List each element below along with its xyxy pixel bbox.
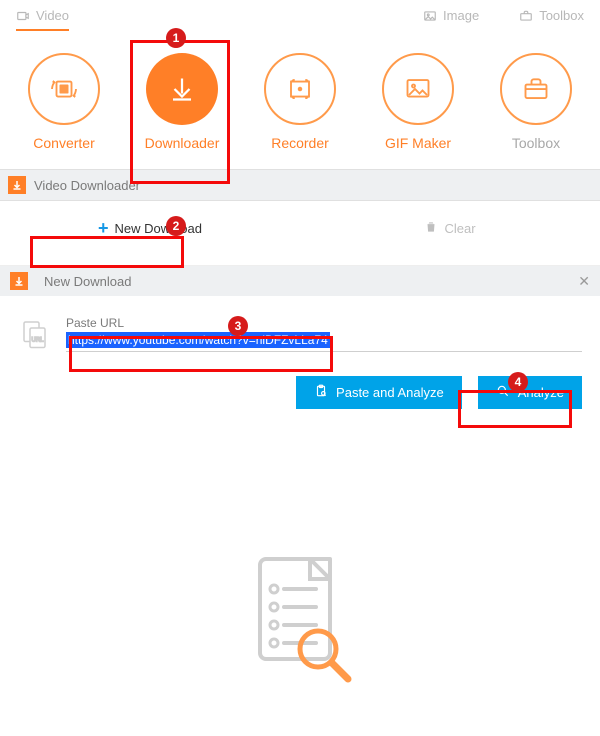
nav-tab-image[interactable]: Image	[423, 8, 479, 31]
nav-tab-video-label: Video	[36, 8, 69, 23]
url-input[interactable]: https://www.youtube.com/watch?v=nlDFZvLL…	[66, 332, 582, 352]
modal-title: New Download	[44, 274, 131, 289]
action-row: + New Download Clear	[0, 201, 600, 255]
new-download-button[interactable]: + New Download	[0, 209, 300, 247]
nav-tab-image-label: Image	[443, 8, 479, 23]
nav-tab-toolbox[interactable]: Toolbox	[519, 8, 584, 31]
panel-header-icon	[8, 176, 26, 194]
svg-text:URL: URL	[31, 338, 44, 344]
analyze-button[interactable]: Analyze	[478, 376, 582, 409]
nav-tab-toolbox-label: Toolbox	[539, 8, 584, 23]
close-icon[interactable]: ✕	[578, 273, 590, 290]
tool-gifmaker[interactable]: GIF Maker	[370, 53, 466, 151]
paste-analyze-label: Paste and Analyze	[336, 385, 444, 400]
converter-icon	[28, 53, 100, 125]
analyze-label: Analyze	[518, 385, 564, 400]
tool-converter[interactable]: Converter	[16, 53, 112, 151]
recorder-icon	[264, 53, 336, 125]
tool-toolbox-label: Toolbox	[488, 135, 584, 151]
clear-label: Clear	[444, 221, 475, 236]
url-icon: URL	[18, 316, 54, 352]
downloader-icon	[146, 53, 218, 125]
toolbox-tool-icon	[500, 53, 572, 125]
tool-converter-label: Converter	[16, 135, 112, 151]
paste-analyze-button[interactable]: Paste and Analyze	[296, 376, 462, 409]
tool-recorder-label: Recorder	[252, 135, 348, 151]
plus-icon: +	[98, 219, 109, 237]
panel-header: Video Downloader	[0, 169, 600, 201]
tools-row: Converter Downloader Recorder GI	[0, 31, 600, 169]
modal-header-icon	[10, 272, 28, 290]
new-download-modal: New Download ✕ URL Paste URL https://www…	[0, 265, 600, 419]
url-label: Paste URL	[66, 316, 582, 330]
tool-toolbox[interactable]: Toolbox	[488, 53, 584, 151]
image-icon	[423, 9, 437, 23]
top-nav: Video Image Toolbox	[0, 0, 600, 31]
empty-placeholder	[0, 549, 600, 689]
modal-header: New Download ✕	[0, 266, 600, 296]
url-value: https://www.youtube.com/watch?v=nlDFZvLL…	[66, 332, 330, 348]
paste-icon	[314, 384, 328, 401]
new-download-label: New Download	[115, 221, 202, 236]
document-search-icon	[240, 549, 360, 689]
tool-downloader[interactable]: Downloader	[134, 53, 230, 151]
panel-title: Video Downloader	[34, 178, 140, 193]
video-icon	[16, 9, 30, 23]
search-icon	[496, 384, 510, 401]
tool-downloader-label: Downloader	[134, 135, 230, 151]
toolbox-icon	[519, 9, 533, 23]
nav-tab-video[interactable]: Video	[16, 8, 69, 31]
tool-recorder[interactable]: Recorder	[252, 53, 348, 151]
modal-body: URL Paste URL https://www.youtube.com/wa…	[0, 296, 600, 419]
tool-gifmaker-label: GIF Maker	[370, 135, 466, 151]
trash-icon	[424, 220, 438, 237]
clear-button[interactable]: Clear	[300, 209, 600, 247]
gifmaker-icon	[382, 53, 454, 125]
